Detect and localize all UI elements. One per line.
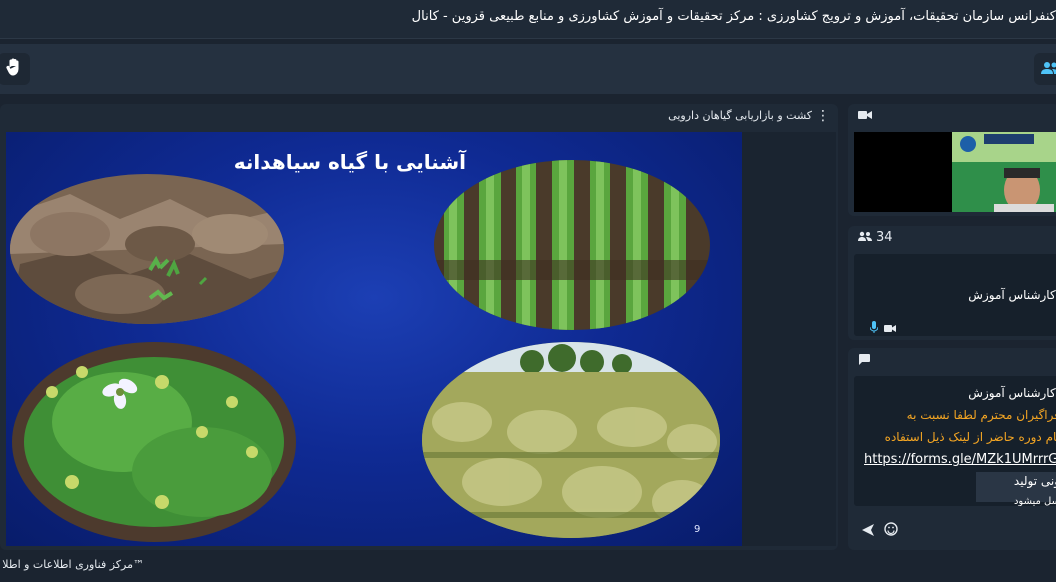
slide-side-gap [742, 132, 836, 546]
presentation-title: کشت و بازاریابی گیاهان دارویی [668, 109, 812, 122]
footer-text: ™مرکز فناوری اطلاعات و اطلا [2, 558, 144, 571]
video-camera-icon [858, 110, 872, 123]
video-camera-icon [884, 318, 896, 337]
photo-nigella-field [422, 342, 720, 538]
presentation-slide: آشنایی با گیاه سیاهدانه 9 [6, 132, 742, 546]
chat-input-bar [854, 516, 1056, 544]
users-icon [1041, 60, 1056, 79]
slide-page-number: 9 [694, 524, 701, 535]
chat-message-line: سل میشود [1013, 496, 1056, 506]
participants-toggle-button[interactable] [1034, 53, 1056, 85]
participants-panel: 34 -کارشناس آموزش [848, 226, 1056, 340]
emoji-icon[interactable] [884, 521, 898, 540]
raise-hand-icon [6, 58, 22, 80]
participant-count-value: 34 [876, 230, 893, 245]
participant-item[interactable]: -کارشناس آموزش [854, 254, 1056, 336]
chat-message-line: نام دوره حاضر از لینک ذیل استفاده [884, 430, 1056, 444]
window-title: کنفرانس سازمان تحقیقات، آموزش و ترویج کش… [411, 9, 1056, 24]
chat-messages[interactable]: -کارشناس آموزش فراگیران محترم لطفا نسبت … [854, 376, 1056, 506]
chat-sender: -کارشناس آموزش [968, 386, 1056, 400]
raise-hand-button[interactable] [0, 53, 30, 85]
photo-seedlings [10, 174, 284, 324]
chat-message-line: ونی تولید [1013, 474, 1056, 488]
toolbar [0, 44, 1056, 94]
kebab-menu-icon[interactable]: ⋮ [816, 108, 830, 124]
send-icon[interactable] [862, 521, 874, 540]
presenter-video[interactable] [854, 132, 1056, 212]
title-bar: کنفرانس سازمان تحقیقات، آموزش و ترویج کش… [0, 0, 1056, 39]
participant-count: 34 [858, 230, 893, 245]
footer: ™مرکز فناوری اطلاعات و اطلا [0, 558, 148, 578]
participant-status-icons [869, 318, 896, 337]
photo-nigella-flower [12, 342, 296, 542]
users-icon [858, 230, 872, 245]
chat-panel: -کارشناس آموزش فراگیران محترم لطفا نسبت … [848, 348, 1056, 550]
photo-young-plants [434, 160, 710, 330]
slide-heading: آشنایی با گیاه سیاهدانه [233, 150, 466, 174]
participant-name: -کارشناس آموزش [968, 288, 1056, 302]
video-panel [848, 104, 1056, 216]
chat-message-line: فراگیران محترم لطفا نسبت به [906, 408, 1056, 422]
chat-link[interactable]: https://forms.gle/MZk1UMrrrGj [864, 452, 1056, 467]
chat-bubble-icon [858, 354, 870, 368]
microphone-icon [869, 318, 879, 337]
presentation-header: کشت و بازاریابی گیاهان دارویی ⋮ [0, 104, 838, 130]
